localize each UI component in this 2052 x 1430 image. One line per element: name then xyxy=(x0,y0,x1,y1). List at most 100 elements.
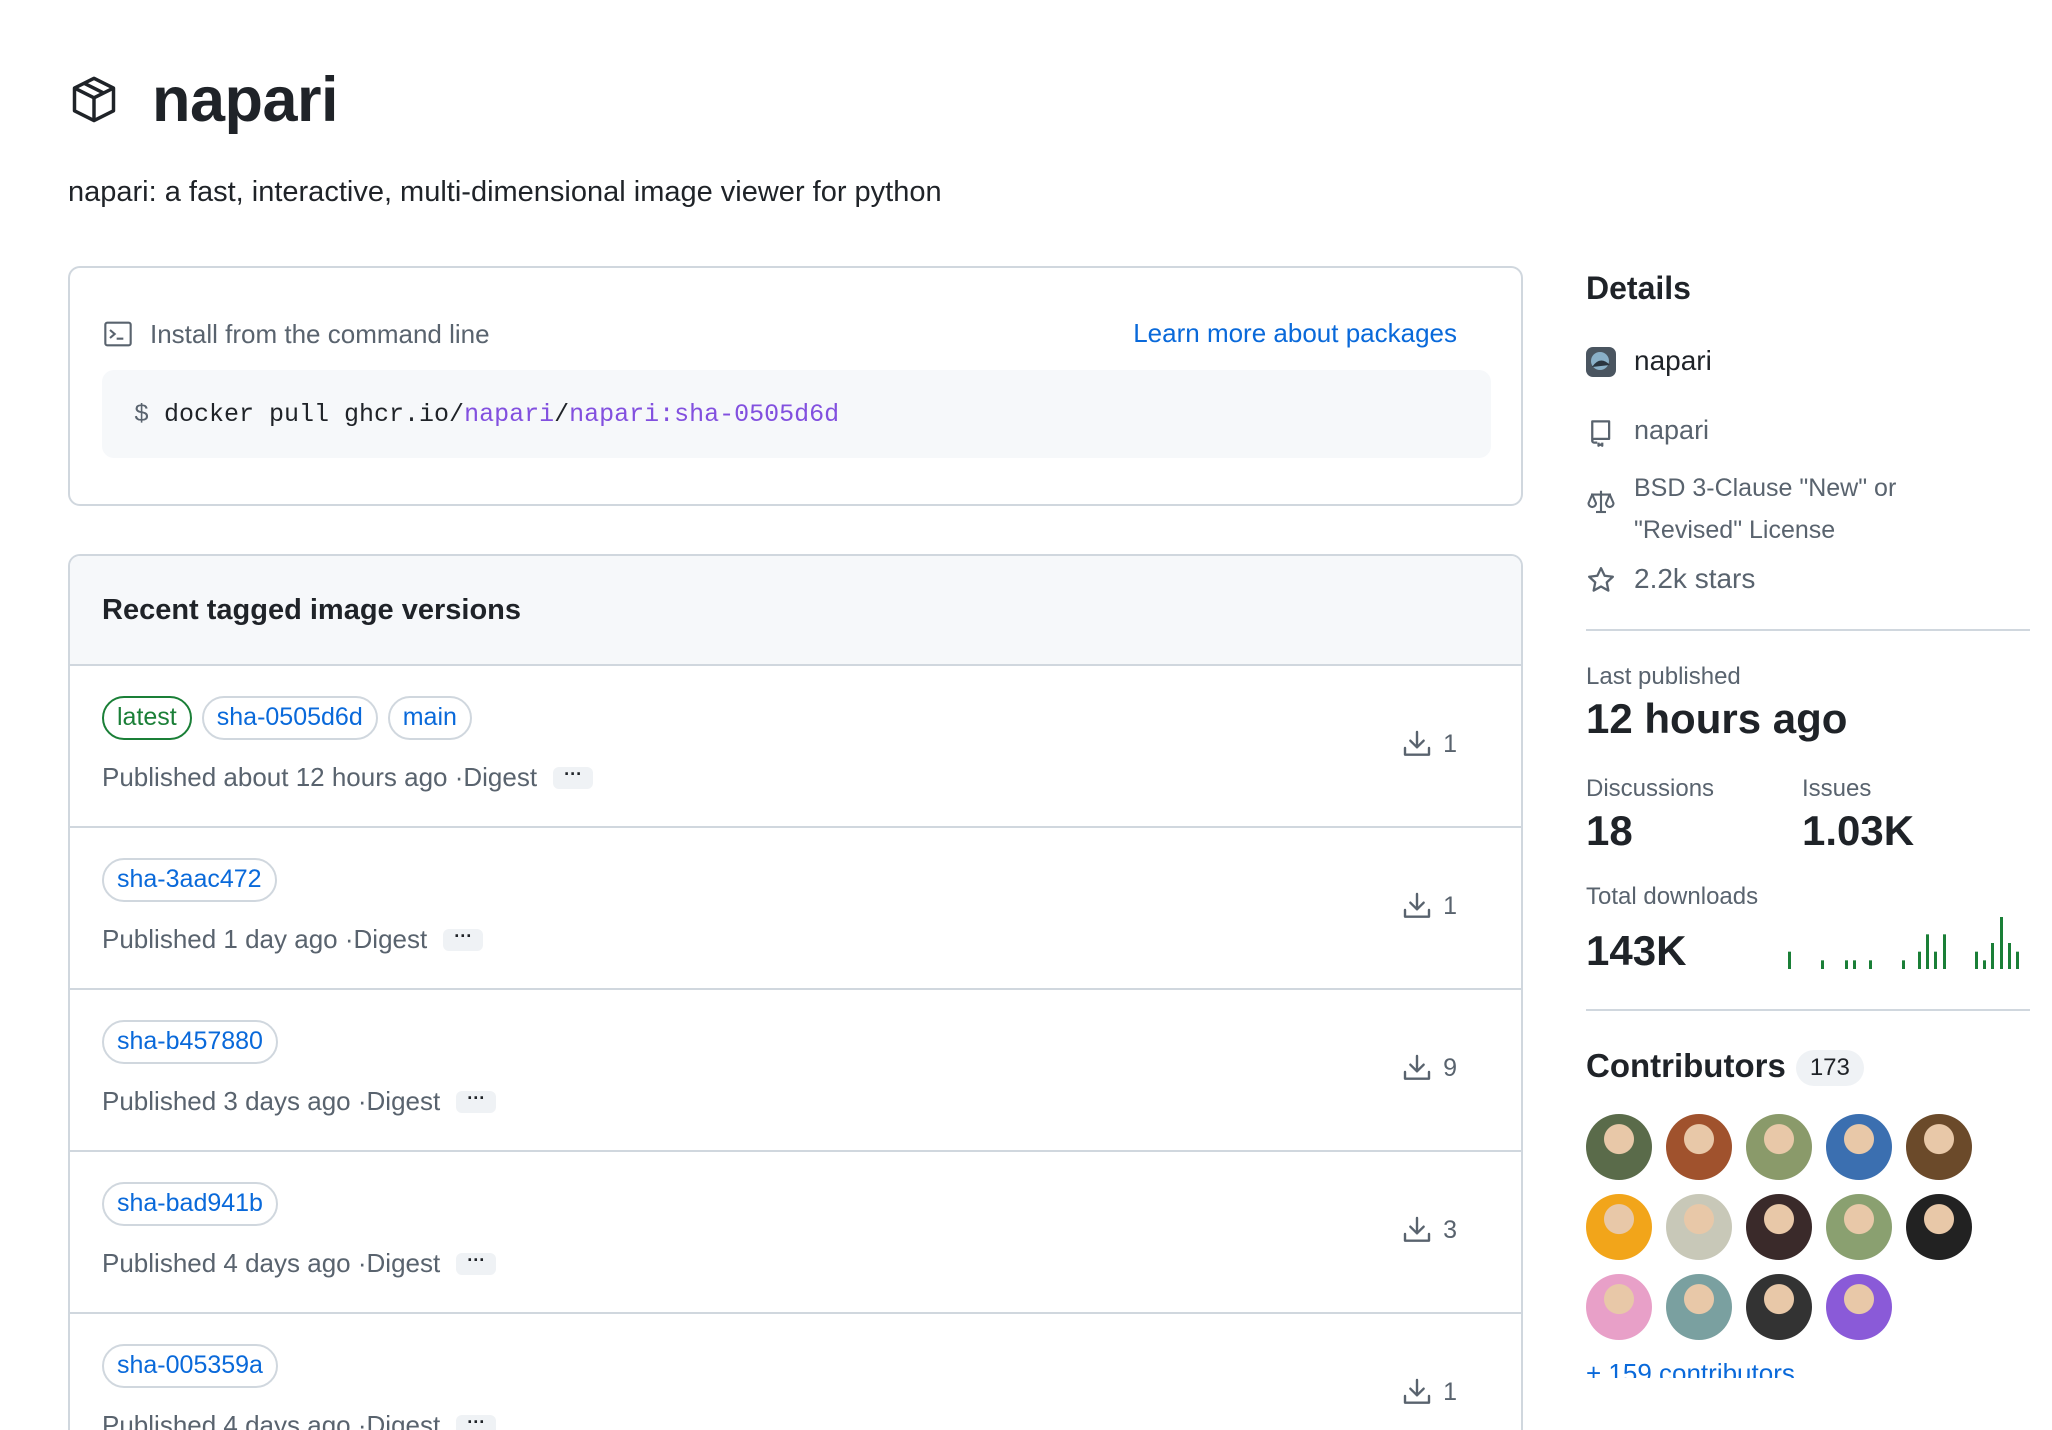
sparkline-bar xyxy=(2016,951,2019,969)
contributor-avatar[interactable] xyxy=(1746,1114,1812,1181)
version-row: sha-005359a Published 4 days ago · Digest… xyxy=(70,1314,1521,1430)
download-icon xyxy=(1403,730,1431,756)
download-count: 3 xyxy=(1401,1214,1457,1246)
install-command[interactable]: $ docker pull ghcr.io/napari / napari:sha-… xyxy=(102,370,1491,458)
digest-expand-button[interactable]: ··· xyxy=(456,1413,497,1430)
version-row: sha-3aac472 Published 1 day ago · Digest ·… xyxy=(70,828,1521,990)
contributor-avatar[interactable] xyxy=(1666,1194,1732,1261)
published-text: Published 1 day ago · xyxy=(102,924,354,954)
digest-label: Digest xyxy=(366,1410,441,1430)
version-list: latest sha-0505d6d main Published about 12 … xyxy=(70,666,1521,1430)
version-row: sha-b457880 Published 3 days ago · Digest… xyxy=(70,990,1521,1152)
contributor-avatar[interactable] xyxy=(1586,1114,1652,1181)
install-heading: Install from the command line xyxy=(102,318,490,350)
download-icon xyxy=(1403,1216,1431,1242)
command-prompt: $ xyxy=(134,399,165,429)
version-row: sha-bad941b Published 4 days ago · Digest… xyxy=(70,1152,1521,1314)
issues-stat[interactable]: Issues 1.03K xyxy=(1802,775,1914,855)
version-tags: sha-bad941b xyxy=(102,1182,278,1226)
download-count: 1 xyxy=(1401,1376,1457,1408)
contributor-avatar[interactable] xyxy=(1906,1194,1972,1261)
contributor-avatar[interactable] xyxy=(1666,1114,1732,1181)
version-tag[interactable]: sha-0505d6d xyxy=(201,696,378,740)
sparkline-bar xyxy=(1943,934,1946,969)
contributor-avatar[interactable] xyxy=(1586,1194,1652,1261)
contributor-avatar[interactable] xyxy=(1666,1274,1732,1341)
version-tag[interactable]: sha-b457880 xyxy=(102,1020,278,1064)
command-image: napari:sha-0505d6d xyxy=(569,399,840,429)
learn-more-link[interactable]: Learn more about packages xyxy=(1133,318,1457,349)
download-count: 9 xyxy=(1401,1052,1457,1084)
owner-avatar-icon xyxy=(1586,347,1616,377)
version-tag[interactable]: main xyxy=(387,696,472,740)
downloads-value: 143K xyxy=(1586,927,1687,974)
details-sidebar: Details napari napari BSD 3-Clause "New"… xyxy=(1586,270,2030,1378)
version-tags: latest sha-0505d6d main xyxy=(102,696,472,740)
version-meta: Published 4 days ago · Digest ··· xyxy=(102,1410,497,1430)
download-count-value: 3 xyxy=(1443,1215,1457,1244)
version-tag[interactable]: sha-005359a xyxy=(102,1344,278,1388)
download-count-value: 9 xyxy=(1443,1053,1457,1082)
sparkline-bar xyxy=(1934,951,1937,969)
digest-expand-button[interactable]: ··· xyxy=(456,1251,497,1275)
contributors-heading: Contributors 173 xyxy=(1586,1047,2026,1087)
stars-count: 2.2k stars xyxy=(1634,563,1756,594)
contributor-avatars xyxy=(1586,1114,2026,1341)
issues-value: 1.03K xyxy=(1802,807,1915,854)
download-icon xyxy=(1403,1054,1431,1080)
download-count-value: 1 xyxy=(1443,729,1457,758)
last-published-value: 12 hours ago xyxy=(1586,695,1848,742)
command-owner: napari xyxy=(464,399,555,429)
last-published-label: Last published xyxy=(1586,663,1741,690)
repo-icon xyxy=(1591,420,1611,447)
downloads-stat: Total downloads 143K xyxy=(1586,883,2026,975)
discussions-label: Discussions xyxy=(1586,775,1715,802)
contributor-avatar[interactable] xyxy=(1746,1274,1812,1341)
downloads-sparkline xyxy=(1788,917,2019,969)
version-tag[interactable]: sha-bad941b xyxy=(102,1182,278,1226)
owner-link[interactable]: napari xyxy=(1586,345,2026,377)
version-meta: Published 1 day ago · Digest ··· xyxy=(102,924,484,955)
version-meta: Published about 12 hours ago · Digest ··· xyxy=(102,762,594,793)
versions-title: Recent tagged image versions xyxy=(70,556,1521,666)
version-meta: Published 3 days ago · Digest ··· xyxy=(102,1086,497,1117)
published-text: Published 4 days ago · xyxy=(102,1410,367,1430)
download-count: 1 xyxy=(1401,890,1457,922)
digest-expand-button[interactable]: ··· xyxy=(553,765,594,789)
digest-expand-button[interactable]: ··· xyxy=(456,1089,497,1113)
published-text: Published 3 days ago · xyxy=(102,1086,367,1116)
discussions-value: 18 xyxy=(1586,807,1633,854)
star-icon xyxy=(1588,567,1614,592)
contributor-avatar[interactable] xyxy=(1906,1114,1972,1181)
digest-label: Digest xyxy=(463,762,538,792)
package-icon xyxy=(72,76,116,123)
version-tag[interactable]: latest xyxy=(102,696,192,740)
sparkline-bar xyxy=(1991,943,1994,969)
install-heading-text: Install from the command line xyxy=(150,318,490,349)
more-contributors-link[interactable]: + 159 contributors xyxy=(1586,1358,2026,1378)
stars-link[interactable]: 2.2k stars xyxy=(1586,563,2026,595)
contributor-avatar[interactable] xyxy=(1826,1114,1892,1181)
contributors-count: 173 xyxy=(1795,1050,1864,1087)
version-tag[interactable]: sha-3aac472 xyxy=(102,858,277,902)
contributor-avatar[interactable] xyxy=(1586,1274,1652,1341)
discussions-stat[interactable]: Discussions 18 xyxy=(1586,775,1802,855)
contributor-avatar[interactable] xyxy=(1826,1274,1892,1341)
sparkline-bar xyxy=(1869,960,1872,969)
download-count-value: 1 xyxy=(1443,891,1457,920)
contributor-avatar[interactable] xyxy=(1746,1194,1812,1261)
downloads-label: Total downloads xyxy=(1586,883,1759,910)
license-link[interactable]: BSD 3-Clause "New" or "Revised" License xyxy=(1586,467,1926,551)
repo-link[interactable]: napari xyxy=(1586,415,2026,447)
contributor-avatar[interactable] xyxy=(1826,1194,1892,1261)
divider xyxy=(1586,1009,2030,1011)
sparkline-bar xyxy=(1902,960,1905,969)
digest-label: Digest xyxy=(353,924,428,954)
package-header: napari xyxy=(68,64,339,136)
recent-versions-panel: Recent tagged image versions latest sha-0… xyxy=(68,554,1523,1430)
published-text: Published 4 days ago · xyxy=(102,1248,367,1278)
sparkline-bar xyxy=(1845,960,1848,969)
sparkline-bar xyxy=(1975,951,1978,969)
sparkline-bar xyxy=(1926,934,1929,969)
digest-expand-button[interactable]: ··· xyxy=(443,927,484,951)
